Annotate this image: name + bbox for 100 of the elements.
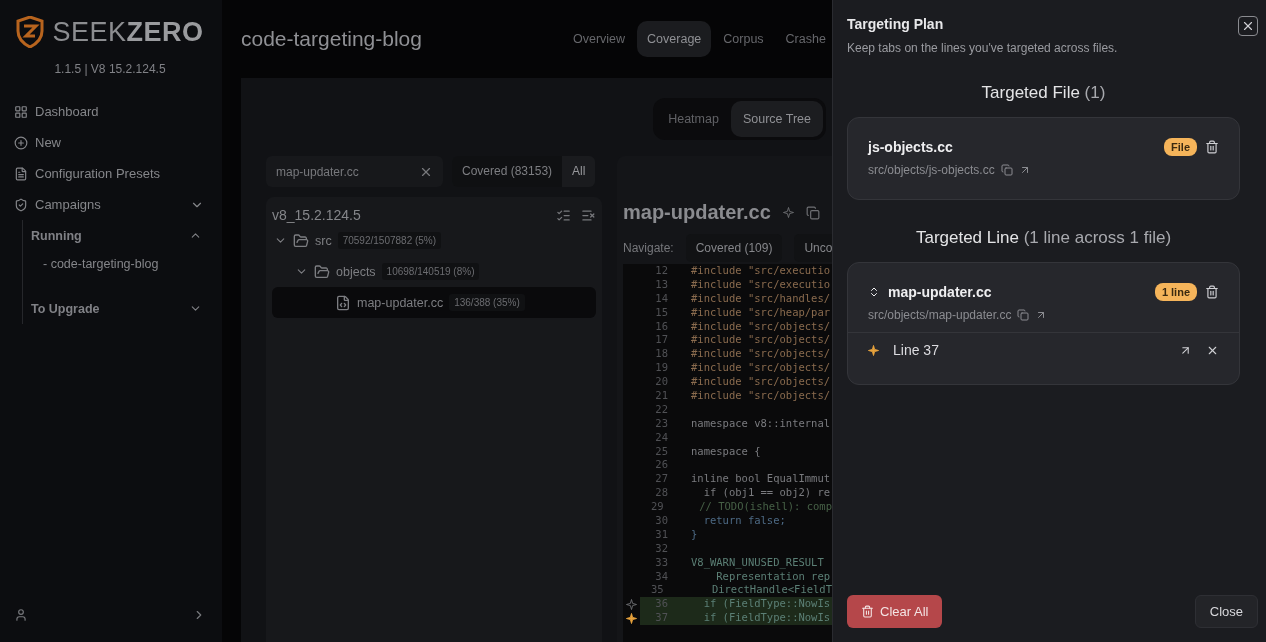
file-path: src/objects/js-objects.cc	[868, 163, 995, 177]
line-number: 22	[654, 402, 668, 417]
line-number: 15	[654, 305, 668, 320]
line-label: Line 37	[893, 342, 939, 358]
line-number: 14	[654, 291, 668, 306]
code-line: #include "src/objects/	[691, 389, 831, 403]
line-number: 26	[654, 458, 668, 473]
code-line: if (obj1 == obj2) re	[702, 486, 831, 501]
tree-root: v8_15.2.124.5	[272, 207, 361, 223]
code-line: #include "src/objects/	[691, 333, 831, 348]
line-number: 33	[654, 555, 668, 570]
view-toggle[interactable]: Heatmap	[656, 101, 731, 137]
code-line: V8_WARN_UNUSED_RESULT	[691, 555, 824, 570]
copy-icon[interactable]	[805, 205, 820, 220]
code-line: #include "src/executio	[691, 264, 831, 278]
line-number: 21	[654, 389, 668, 403]
code-line: }	[691, 527, 698, 542]
file-title: map-updater.cc	[623, 201, 771, 224]
clear-all-button[interactable]: Clear All	[847, 595, 943, 628]
tree-label: src	[315, 233, 332, 248]
line-number: 35	[649, 583, 664, 598]
code-line: namespace {	[691, 444, 761, 459]
user-icon	[14, 608, 28, 622]
target-marker-icon	[626, 598, 637, 610]
navigate-button[interactable]: Covered (109)	[685, 234, 783, 262]
trash-icon[interactable]	[1205, 285, 1219, 299]
code-line: return false;	[702, 514, 786, 528]
line-number: 37	[654, 611, 668, 626]
line-number: 12	[654, 264, 668, 278]
target-icon	[868, 344, 879, 356]
shield-logo-icon	[16, 16, 45, 48]
folder-icon	[293, 232, 309, 249]
code-line: namespace v8::internal	[691, 416, 831, 431]
trash-icon[interactable]	[1205, 140, 1219, 154]
shield-icon	[14, 197, 28, 212]
coverage-count: 70592/1507882 (5%)	[337, 232, 442, 249]
line-number: 16	[654, 319, 668, 334]
code-line: if (FieldType::NowIs	[702, 611, 831, 626]
tree-row[interactable]: objects 10698/140519 (8%)	[272, 256, 596, 287]
tree-row[interactable]: map-updater.cc 136/388 (35%)	[272, 287, 596, 318]
file-name: js-objects.cc	[868, 139, 953, 155]
filter-toggle[interactable]: Covered (83153)	[452, 156, 563, 187]
view-toggle[interactable]: Source Tree	[730, 101, 823, 137]
tree-row[interactable]: src 70592/1507882 (5%)	[272, 225, 596, 256]
nav-item[interactable]: Campaigns	[14, 189, 206, 220]
coverage-count: 10698/140519 (8%)	[381, 263, 480, 280]
nav-item[interactable]: New	[14, 127, 206, 158]
nav-group[interactable]: Running	[31, 220, 206, 251]
code-line: #include "src/objects/	[691, 361, 831, 376]
navigate-button[interactable]: Unco	[794, 234, 832, 262]
code-line: // TODO(ishell): comp	[698, 500, 832, 515]
code-line: #include "src/objects/	[691, 375, 831, 389]
nav-item[interactable]: Configuration Presets	[14, 158, 206, 189]
close-button[interactable]	[1238, 16, 1258, 36]
code-line: #include "src/heap/par	[691, 305, 831, 320]
count-badge: 1 line	[1154, 283, 1197, 301]
line-number: 28	[654, 486, 668, 501]
coverage-count: 136/388 (35%)	[449, 294, 525, 311]
line-number: 20	[654, 375, 668, 389]
file-name: map-updater.cc	[888, 284, 992, 300]
tab[interactable]: Crashe	[775, 21, 826, 57]
close-button[interactable]: Close	[1194, 595, 1258, 628]
drawer-subtitle: Keep tabs on the lines you've targeted across files.	[847, 41, 1118, 55]
line-number: 27	[654, 472, 668, 487]
line-number: 18	[654, 347, 668, 362]
file-path: src/objects/map-updater.cc	[868, 308, 1012, 322]
document-icon	[14, 166, 28, 181]
grid-icon	[14, 104, 28, 119]
target-marker-icon	[626, 612, 637, 624]
line-number: 19	[654, 361, 668, 376]
target-icon	[782, 207, 794, 218]
version-text: 1.1.5 | V8 15.2.124.5	[53, 62, 167, 76]
nav-item[interactable]: Dashboard	[14, 96, 206, 127]
expand-list-icon[interactable]	[556, 207, 571, 223]
nav-subitem[interactable]: - code-targeting-blog	[31, 251, 206, 277]
tree-label: map-updater.cc	[357, 295, 444, 310]
trash-icon	[861, 605, 874, 618]
line-number: 24	[654, 430, 668, 445]
tab[interactable]: Corpus	[713, 21, 774, 57]
copy-icon[interactable]	[1000, 164, 1013, 176]
section-heading: Targeted File (1)	[980, 83, 1107, 103]
code-line: #include "src/objects/	[691, 347, 831, 362]
line-number: 34	[654, 569, 668, 584]
line-number: 29	[649, 500, 664, 515]
line-number: 13	[654, 277, 668, 292]
brand-name: SEEKZERO	[52, 16, 204, 48]
drawer-title: Targeting Plan	[847, 16, 945, 32]
tab[interactable]: Overview	[563, 21, 636, 57]
tab[interactable]: Coverage	[637, 21, 712, 57]
code-line: DirectHandle<FieldT	[710, 583, 832, 598]
search-field[interactable]: map-updater.cc	[266, 156, 443, 187]
tree-label: objects	[336, 264, 376, 279]
campaign-title: code-targeting-blog	[241, 27, 423, 51]
line-number: 17	[654, 333, 668, 348]
expand-toggle-icon[interactable]	[868, 286, 880, 298]
collapse-list-icon[interactable]	[581, 207, 596, 223]
line-number: 25	[654, 444, 668, 459]
copy-icon[interactable]	[1017, 309, 1030, 321]
nav-group[interactable]: To Upgrade	[31, 293, 206, 324]
code-line: #include "src/executio	[691, 277, 831, 292]
